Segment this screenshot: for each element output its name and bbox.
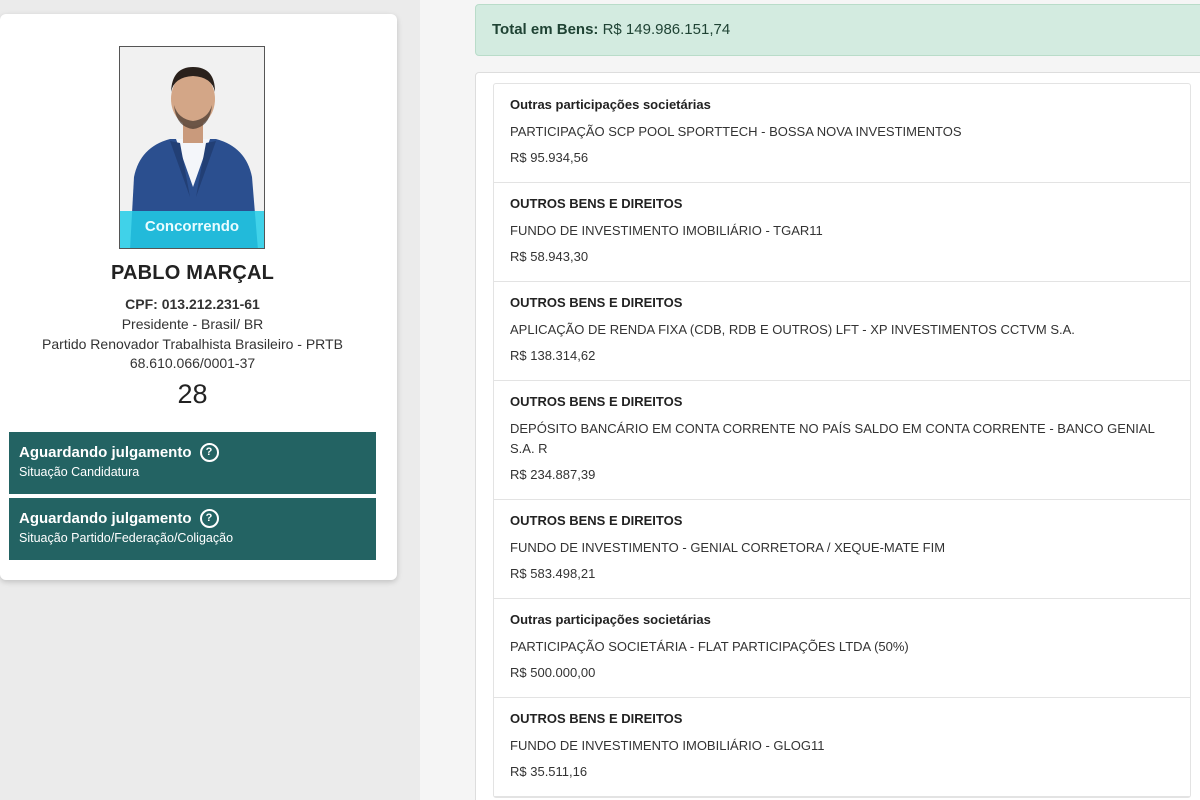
candidacy-status-box: Aguardando julgamento ? Situação Candida…	[9, 432, 376, 494]
candidate-name: PABLO MARÇAL	[110, 262, 275, 284]
asset-type: Outras participações societárias	[510, 97, 711, 112]
list-item: OUTROS BENS E DIREITOS FUNDO DE INVESTIM…	[494, 698, 1190, 797]
candidate-role: Presidente - Brasil/ BR	[121, 316, 264, 332]
party-status-box: Aguardando julgamento ? Situação Partido…	[9, 498, 376, 560]
candidate-number: 28	[177, 379, 208, 409]
asset-type: OUTROS BENS E DIREITOS	[510, 711, 683, 726]
list-item: OUTROS BENS E DIREITOS APLICAÇÃO DE REND…	[494, 282, 1190, 381]
asset-type: Outras participações societárias	[510, 612, 711, 627]
candidate-party: Partido Renovador Trabalhista Brasileiro…	[42, 336, 343, 352]
asset-description: FUNDO DE INVESTIMENTO - GENIAL CORRETORA…	[510, 540, 946, 555]
asset-description: APLICAÇÃO DE RENDA FIXA (CDB, RDB E OUTR…	[510, 322, 1075, 337]
assets-panel: Outras participações societárias PARTICI…	[475, 72, 1200, 800]
total-assets-bar: Total em Bens: R$ 149.986.151,74	[475, 4, 1200, 56]
party-status-subtitle: Situação Partido/Federação/Coligação	[19, 531, 234, 545]
list-item: OUTROS BENS E DIREITOS FUNDO DE INVESTIM…	[494, 500, 1190, 599]
asset-value: R$ 500.000,00	[510, 665, 596, 680]
asset-type: OUTROS BENS E DIREITOS	[510, 295, 683, 310]
list-item: Outras participações societárias PARTICI…	[494, 599, 1190, 698]
asset-value: R$ 234.887,39	[510, 467, 596, 482]
asset-value: R$ 58.943,30	[510, 249, 589, 264]
candidate-card: Concorrendo PABLO MARÇAL CPF: 013.212.23…	[0, 14, 397, 580]
asset-description: FUNDO DE INVESTIMENTO IMOBILIÁRIO - GLOG…	[510, 738, 825, 753]
asset-value: R$ 35.511,16	[510, 764, 588, 779]
party-cnpj: 68.610.066/0001-37	[129, 355, 256, 371]
asset-description: DEPÓSITO BANCÁRIO EM CONTA CORRENTE NO P…	[510, 421, 1155, 456]
asset-description: FUNDO DE INVESTIMENTO IMOBILIÁRIO - TGAR…	[510, 223, 823, 238]
list-item: Outras participações societárias PARTICI…	[494, 84, 1190, 183]
asset-type: OUTROS BENS E DIREITOS	[510, 394, 683, 409]
candidacy-status-title: Aguardando julgamento	[19, 444, 192, 461]
asset-type: OUTROS BENS E DIREITOS	[510, 513, 683, 528]
help-circle-icon[interactable]: ?	[199, 509, 219, 528]
list-item: OUTROS BENS E DIREITOS DEPÓSITO BANCÁRIO…	[494, 381, 1190, 500]
asset-value: R$ 583.498,21	[510, 566, 596, 581]
candidate-cpf: CPF: 013.212.231-61	[125, 296, 260, 312]
help-circle-icon[interactable]: ?	[199, 443, 219, 462]
list-item: OUTROS BENS E DIREITOS FUNDO DE INVESTIM…	[494, 183, 1190, 282]
asset-description: PARTICIPAÇÃO SOCIETÁRIA - FLAT PARTICIPA…	[510, 639, 909, 654]
assets-section: Total em Bens: R$ 149.986.151,74 Outras …	[420, 0, 1200, 800]
page: Concorrendo PABLO MARÇAL CPF: 013.212.23…	[0, 0, 1200, 800]
asset-type: OUTROS BENS E DIREITOS	[510, 196, 683, 211]
asset-value: R$ 138.314,62	[510, 348, 596, 363]
asset-value: R$ 95.934,56	[510, 150, 589, 165]
candidacy-status-subtitle: Situação Candidatura	[19, 465, 140, 479]
party-status-title: Aguardando julgamento	[19, 510, 192, 527]
total-assets-value: R$ 149.986.151,74	[602, 21, 731, 38]
assets-list: Outras participações societárias PARTICI…	[493, 83, 1191, 798]
status-ribbon: Concorrendo	[120, 211, 264, 248]
candidate-photo: Concorrendo	[119, 46, 265, 249]
total-assets-label: Total em Bens:	[492, 21, 599, 38]
asset-description: PARTICIPAÇÃO SCP POOL SPORTTECH - BOSSA …	[510, 124, 962, 139]
